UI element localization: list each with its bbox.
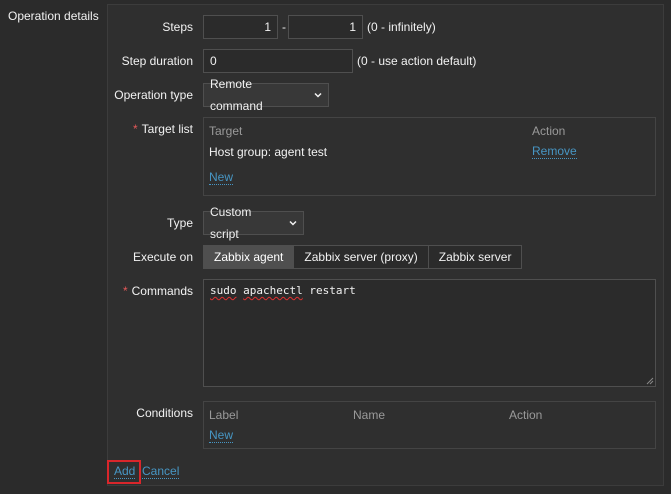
commands-label-text: Commands <box>131 284 193 298</box>
execute-on-zabbix-server-proxy[interactable]: Zabbix server (proxy) <box>293 245 429 269</box>
new-condition-link[interactable]: New <box>209 429 234 443</box>
conditions-label: Conditions <box>136 406 193 420</box>
conditions-label-column: Label <box>209 408 239 422</box>
conditions-table <box>203 401 656 449</box>
step-duration-input[interactable]: 0 <box>203 49 353 73</box>
target-column-header: Target <box>209 124 243 138</box>
conditions-name-column: Name <box>353 408 386 422</box>
steps-label: Steps <box>162 20 193 34</box>
steps-from-input[interactable]: 1 <box>203 15 278 39</box>
target-list-label: * Target list <box>33 122 193 136</box>
type-label: Type <box>166 216 193 230</box>
resize-handle-icon[interactable] <box>645 376 654 385</box>
steps-to-input[interactable]: 1 <box>288 15 363 39</box>
operation-type-select[interactable]: Remote command <box>203 77 329 113</box>
remove-target-link[interactable]: Remove <box>532 145 577 159</box>
required-mark: * <box>132 122 138 136</box>
step-duration-hint: (0 - use action default) <box>357 54 477 68</box>
command-word: restart <box>309 284 356 297</box>
action-column-header: Action <box>532 124 566 138</box>
execute-on-label: Execute on <box>132 250 193 264</box>
add-button[interactable]: Add <box>114 465 136 479</box>
steps-hint: (0 - infinitely) <box>367 20 436 34</box>
execute-on-zabbix-agent[interactable]: Zabbix agent <box>203 245 295 269</box>
command-word: sudo <box>210 284 237 297</box>
chevron-down-icon <box>289 220 297 226</box>
operation-type-label: Operation type <box>114 88 193 102</box>
command-word: apachectl <box>243 284 303 297</box>
execute-on-zabbix-server[interactable]: Zabbix server <box>427 245 523 269</box>
type-value: Custom script <box>210 205 252 241</box>
commands-label: * Commands <box>33 284 193 298</box>
target-list-label-text: Target list <box>141 122 193 136</box>
steps-separator: - <box>282 20 286 34</box>
required-mark: * <box>122 284 128 298</box>
type-select[interactable]: Custom script <box>203 205 304 241</box>
cancel-button[interactable]: Cancel <box>142 465 180 479</box>
execute-on-segmented: Zabbix agent Zabbix server (proxy) Zabbi… <box>203 245 523 269</box>
conditions-action-column: Action <box>509 408 543 422</box>
step-duration-label: Step duration <box>121 54 193 68</box>
chevron-down-icon <box>314 92 322 98</box>
commands-textarea[interactable]: sudo apachectl restart <box>203 279 656 387</box>
new-target-link[interactable]: New <box>209 171 234 185</box>
target-row-name: Host group: agent test <box>209 145 328 159</box>
operation-type-value: Remote command <box>210 77 263 113</box>
